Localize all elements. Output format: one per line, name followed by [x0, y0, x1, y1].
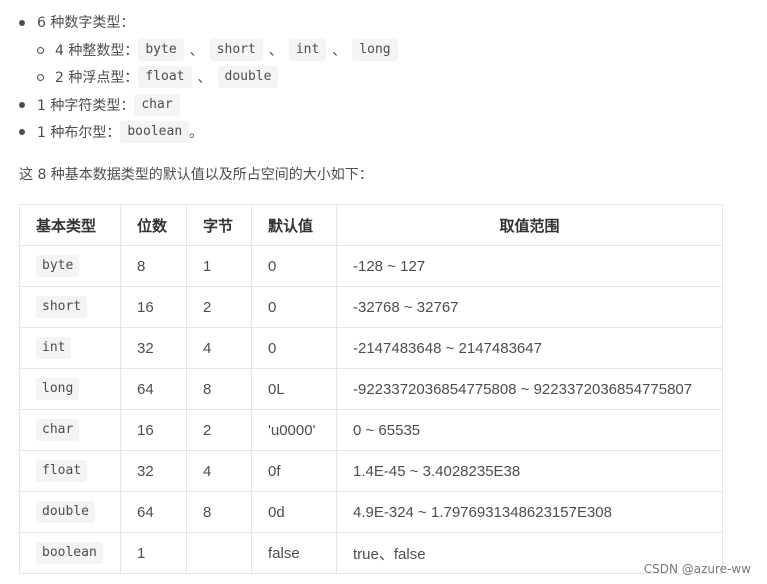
cell-type: boolean [19, 532, 121, 574]
cell-type: double [19, 491, 121, 533]
cell-default: 0d [251, 491, 337, 533]
header-value-range: 取值范围 [336, 204, 723, 246]
cell-range: -2147483648 ~ 2147483647 [336, 327, 723, 369]
cell-default: 0 [251, 286, 337, 328]
cell-bits: 64 [120, 368, 187, 410]
table-header-row: 基本类型 位数 字节 默认值 取值范围 [19, 204, 723, 246]
bullet-dot-icon [19, 20, 25, 26]
table-row: int 32 4 0 -2147483648 ~ 2147483647 [19, 327, 723, 369]
list-item-float-types: 2 种浮点型： float 、 double [55, 65, 279, 89]
watermark: CSDN @azure-ww [643, 562, 751, 576]
cell-range: 4.9E-324 ~ 1.7976931348623157E308 [336, 491, 723, 533]
code-float: float [138, 66, 192, 88]
cell-range: -128 ~ 127 [336, 245, 723, 287]
separator: 、 [332, 43, 347, 59]
list-item-numeric-types: 6 种数字类型： [37, 15, 135, 31]
list-item-char-type: 1 种字符类型： char [37, 93, 180, 117]
cell-bits: 8 [120, 245, 187, 287]
header-bytes: 字节 [186, 204, 252, 246]
cell-bytes: 2 [186, 409, 252, 451]
code-byte: byte [138, 39, 184, 61]
cell-bits: 1 [120, 532, 187, 574]
code-double: double [217, 66, 279, 88]
cell-type: int [19, 327, 121, 369]
cell-bits: 16 [120, 286, 187, 328]
type-code: byte [36, 255, 80, 277]
cell-bytes: 4 [186, 327, 252, 369]
type-code: float [36, 460, 88, 482]
table-row: long 64 8 0L -9223372036854775808 ~ 92233720… [19, 368, 723, 410]
separator: 、 [189, 43, 204, 59]
cell-bytes: 4 [186, 450, 252, 492]
table-row: boolean 1 false true、false [19, 532, 723, 574]
code-int: int [288, 39, 327, 61]
list-item-integer-types: 4 种整数型： byte 、 short 、 int 、 long [55, 38, 398, 62]
bullet-circle-icon [37, 47, 44, 54]
cell-default: 'u0000' [251, 409, 337, 451]
cell-bits: 16 [120, 409, 187, 451]
integer-types-label: 4 种整数型： [55, 43, 139, 59]
boolean-type-label: 1 种布尔型： [37, 125, 121, 141]
cell-bytes: 8 [186, 491, 252, 533]
cell-default: 0L [251, 368, 337, 410]
list-item-boolean-type: 1 种布尔型： boolean 。 [37, 120, 203, 144]
table-row: short 16 2 0 -32768 ~ 32767 [19, 286, 723, 328]
cell-range: 0 ~ 65535 [336, 409, 723, 451]
cell-default: 0 [251, 245, 337, 287]
cell-type: long [19, 368, 121, 410]
header-bits: 位数 [120, 204, 187, 246]
primitive-types-table: 基本类型 位数 字节 默认值 取值范围 byte 8 1 0 -128 ~ 127 sho… [19, 204, 723, 574]
code-short: short [209, 39, 263, 61]
float-types-label: 2 种浮点型： [55, 70, 139, 86]
cell-range: 1.4E-45 ~ 3.4028235E38 [336, 450, 723, 492]
cell-type: byte [19, 245, 121, 287]
bullet-dot-icon [19, 102, 25, 108]
code-boolean: boolean [120, 121, 190, 143]
bullet-dot-icon [19, 129, 25, 135]
code-long: long [352, 39, 398, 61]
table-row: byte 8 1 0 -128 ~ 127 [19, 245, 723, 287]
cell-type: float [19, 450, 121, 492]
header-basic-type: 基本类型 [19, 204, 121, 246]
cell-bytes: 8 [186, 368, 252, 410]
separator: 、 [197, 70, 212, 86]
char-type-label: 1 种字符类型： [37, 98, 135, 114]
cell-bytes: 2 [186, 286, 252, 328]
table-row: double 64 8 0d 4.9E-324 ~ 1.7976931348623157… [19, 491, 723, 533]
cell-default: 0f [251, 450, 337, 492]
cell-bits: 64 [120, 491, 187, 533]
intro-paragraph: 这 8 种基本数据类型的默认值以及所占空间的大小如下： [19, 167, 373, 183]
table-body: byte 8 1 0 -128 ~ 127 short 16 2 0 -32768 ~ 32767… [19, 245, 723, 574]
cell-type: char [19, 409, 121, 451]
cell-bytes [186, 532, 252, 574]
header-default-value: 默认值 [251, 204, 337, 246]
type-code: short [36, 296, 88, 318]
type-code: int [36, 337, 72, 359]
cell-range: -32768 ~ 32767 [336, 286, 723, 328]
cell-default: 0 [251, 327, 337, 369]
table-row: float 32 4 0f 1.4E-45 ~ 3.4028235E38 [19, 450, 723, 492]
cell-bits: 32 [120, 450, 187, 492]
cell-range: -9223372036854775808 ~ 92233720368547758… [336, 368, 723, 410]
cell-bits: 32 [120, 327, 187, 369]
cell-default: false [251, 532, 337, 574]
bullet-circle-icon [37, 74, 44, 81]
type-code: char [36, 419, 80, 441]
type-code: double [36, 501, 95, 523]
type-code: long [36, 378, 80, 400]
separator: 、 [268, 43, 283, 59]
code-char: char [134, 94, 180, 116]
table-row: char 16 2'u0000' 0 ~ 65535 [19, 409, 723, 451]
cell-bytes: 1 [186, 245, 252, 287]
period: 。 [189, 125, 204, 141]
cell-type: short [19, 286, 121, 328]
type-code: boolean [36, 542, 103, 564]
